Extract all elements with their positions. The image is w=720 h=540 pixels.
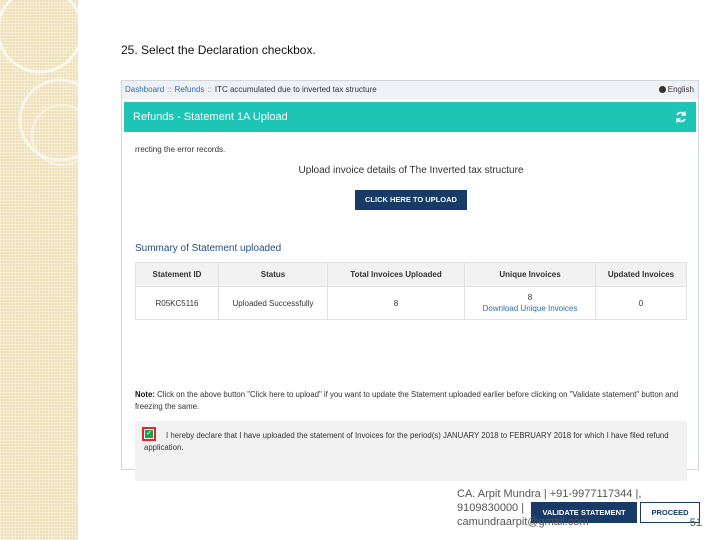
declaration-box: I hereby declare that I have uploaded th… bbox=[135, 421, 687, 481]
statement-id-cell: R05KC5116 bbox=[135, 286, 219, 320]
page-number: 51 bbox=[689, 517, 702, 529]
language-selector[interactable]: English bbox=[658, 81, 694, 99]
unique-invoices-count: 8 bbox=[527, 293, 533, 302]
screenshot-frame: Dashboard:: Refunds:: ITC accumulated due … bbox=[121, 80, 700, 523]
updated-invoices-cell: 0 bbox=[595, 286, 687, 320]
column-header-status: Status bbox=[218, 262, 328, 287]
note-text: Note: Click on the above button "Click h… bbox=[135, 389, 687, 413]
note-body: Click on the above button "Click here to… bbox=[135, 390, 679, 411]
breadcrumb-refunds[interactable]: Refunds bbox=[175, 85, 205, 94]
summary-table: Statement ID Status Total Invoices Uploa… bbox=[135, 262, 687, 320]
breadcrumb: Dashboard:: Refunds:: ITC accumulated due … bbox=[122, 81, 698, 99]
column-header-updated-invoices: Updated Invoices bbox=[595, 262, 687, 287]
language-label: English bbox=[667, 85, 694, 94]
status-cell: Uploaded Successfully bbox=[218, 286, 328, 320]
column-header-total-invoices: Total Invoices Uploaded bbox=[327, 262, 465, 287]
breadcrumb-separator: :: bbox=[167, 85, 172, 94]
breadcrumb-dashboard[interactable]: Dashboard bbox=[125, 85, 164, 94]
download-unique-invoices-link[interactable]: Download Unique Invoices bbox=[466, 304, 594, 313]
decorative-circles bbox=[0, 0, 78, 166]
refresh-icon[interactable] bbox=[674, 110, 688, 124]
upload-caption: Upload invoice details of The Inverted t… bbox=[298, 165, 524, 176]
column-header-statement-id: Statement ID bbox=[135, 262, 219, 287]
total-invoices-cell: 8 bbox=[327, 286, 465, 320]
error-instruction-text: rrecting the error records. bbox=[135, 145, 226, 154]
footer-line: camundraarpit@gmail.com bbox=[457, 516, 589, 528]
upload-button[interactable]: CLICK HERE TO UPLOAD bbox=[355, 190, 467, 210]
decorative-left-strip bbox=[0, 0, 78, 540]
table-row: R05KC5116 Uploaded Successfully 8 8 Down… bbox=[135, 286, 687, 320]
column-header-unique-invoices: Unique Invoices bbox=[464, 262, 596, 287]
declaration-text: I hereby declare that I have uploaded th… bbox=[144, 431, 669, 452]
breadcrumb-separator: :: bbox=[207, 85, 212, 94]
panel-header: Refunds - Statement 1A Upload bbox=[124, 102, 696, 132]
declaration-checkbox-highlight[interactable]: ✓ bbox=[142, 427, 156, 441]
summary-title: Summary of Statement uploaded bbox=[135, 243, 282, 254]
unique-invoices-cell: 8 Download Unique Invoices bbox=[464, 286, 596, 320]
footer-line: CA. Arpit Mundra | +91-9977117344 |, bbox=[457, 488, 642, 500]
table-header-row: Statement ID Status Total Invoices Uploa… bbox=[135, 262, 687, 287]
footer-contact: CA. Arpit Mundra | +91-9977117344 |, 910… bbox=[457, 487, 677, 529]
declaration-checkbox[interactable]: ✓ bbox=[145, 430, 153, 438]
globe-icon bbox=[658, 86, 666, 93]
footer-line: 9109830000 | bbox=[457, 502, 525, 514]
step-title: 25. Select the Declaration checkbox. bbox=[121, 43, 316, 57]
note-label: Note: bbox=[135, 390, 155, 399]
breadcrumb-current: ITC accumulated due to inverted tax stru… bbox=[214, 85, 377, 94]
panel-title: Refunds - Statement 1A Upload bbox=[133, 111, 288, 123]
